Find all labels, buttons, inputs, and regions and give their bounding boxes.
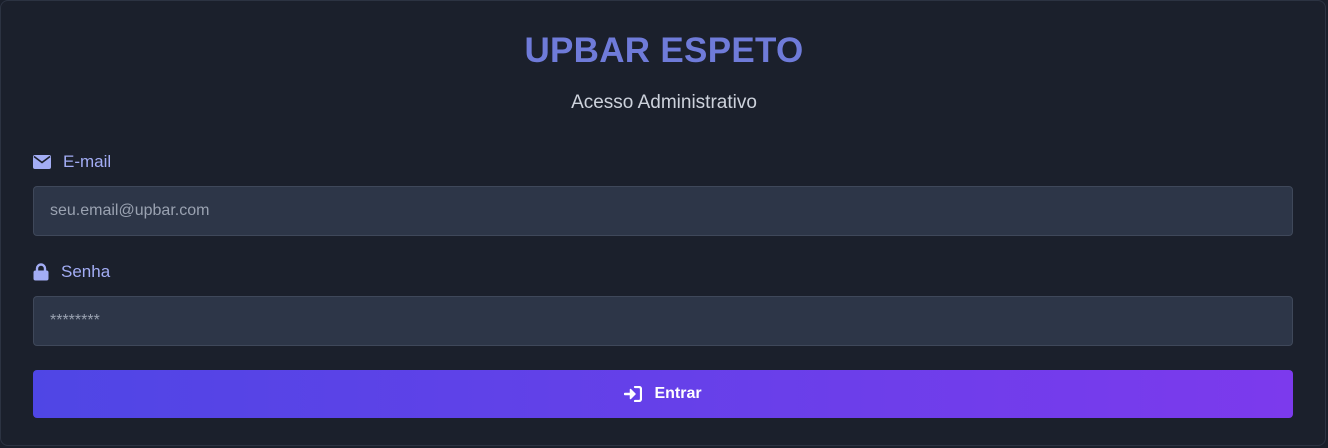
email-label: E-mail (33, 152, 111, 172)
email-label-text: E-mail (63, 152, 112, 171)
password-label-text: Senha (61, 262, 111, 281)
page-subtitle: Acesso Administrativo (571, 92, 757, 113)
lock-icon (33, 263, 49, 281)
login-card: UPBAR ESPETO Acesso Administrativo E-mai… (0, 0, 1326, 446)
page-title: UPBAR ESPETO (524, 31, 804, 70)
login-button[interactable]: Entrar (33, 370, 1293, 418)
envelope-icon (33, 155, 51, 169)
password-label: Senha (33, 262, 110, 282)
email-input[interactable] (33, 186, 1293, 236)
login-button-label: Entrar (654, 385, 702, 402)
sign-in-icon (624, 386, 643, 402)
password-input[interactable] (33, 296, 1293, 346)
